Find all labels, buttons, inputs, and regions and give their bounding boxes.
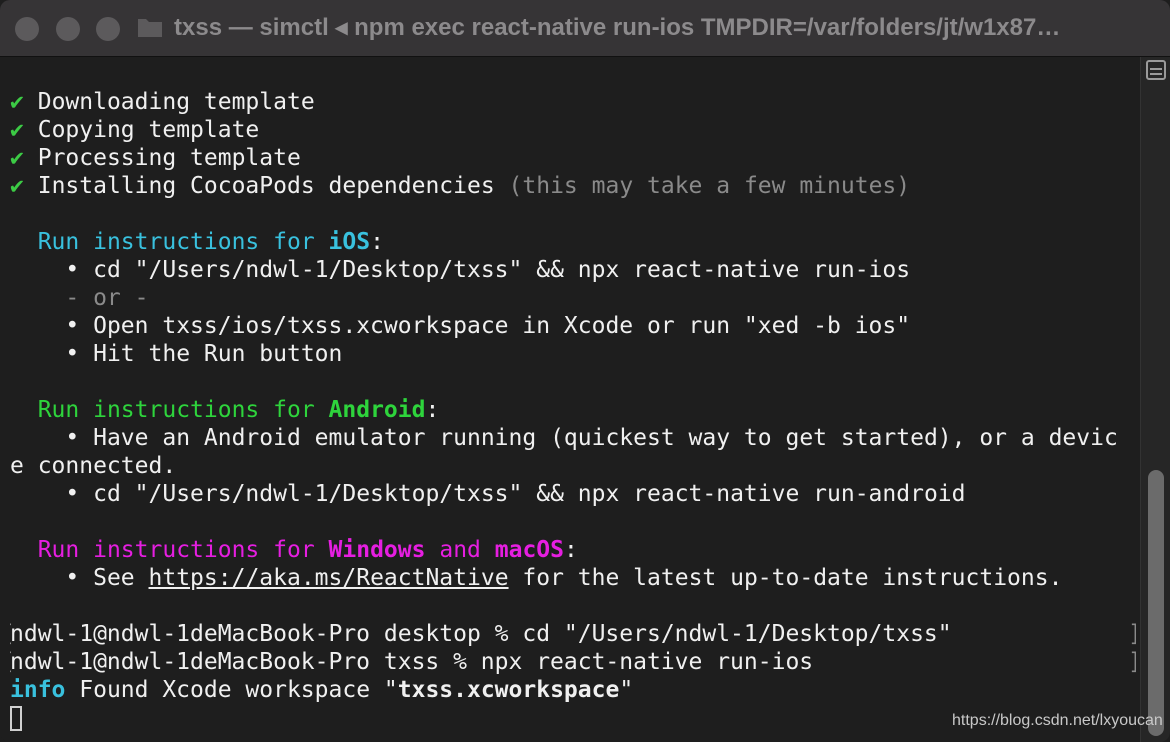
text-cursor xyxy=(10,706,22,731)
prompt-line: [ndwl-1@ndwl-1deMacBook-Pro desktop % cd… xyxy=(10,621,1136,647)
list-item-wrap: e connected. xyxy=(10,453,177,479)
terminal-window: txss — simctl ◂ npm exec react-native ru… xyxy=(0,0,1170,742)
watermark: https://blog.csdn.net/lxyoucan xyxy=(952,712,1163,729)
ios-heading: Run instructions for iOS: xyxy=(37,229,384,255)
check-icon: ✔ xyxy=(10,117,24,143)
android-heading: Run instructions for Android: xyxy=(37,397,440,423)
split-pane-icon[interactable] xyxy=(1146,60,1166,80)
list-item: • Hit the Run button xyxy=(65,341,343,367)
or-separator: - or - xyxy=(65,285,149,311)
check-icon: ✔ xyxy=(10,145,24,171)
terminal-output[interactable]: ✔ Downloading template ✔ Copying templat… xyxy=(10,88,1136,732)
info-line: info Found Xcode workspace "txss.xcworks… xyxy=(10,677,634,703)
step-line: ✔ Downloading template xyxy=(10,89,315,115)
step-line: ✔ Processing template xyxy=(10,145,301,171)
list-item: • cd "/Users/ndwl-1/Desktop/txss" && npx… xyxy=(65,257,911,283)
prompt-line: [ndwl-1@ndwl-1deMacBook-Pro txss % npx r… xyxy=(10,649,1136,675)
list-item: • Have an Android emulator running (quic… xyxy=(65,425,1118,451)
zoom-button[interactable] xyxy=(96,17,120,41)
scrollbar-thumb[interactable] xyxy=(1148,470,1164,736)
check-icon: ✔ xyxy=(10,89,24,115)
minimize-button[interactable] xyxy=(56,17,80,41)
check-icon: ✔ xyxy=(10,173,24,199)
folder-icon xyxy=(138,19,162,37)
react-native-link[interactable]: https://aka.ms/ReactNative xyxy=(149,565,509,591)
list-item: • cd "/Users/ndwl-1/Desktop/txss" && npx… xyxy=(65,481,966,507)
step-line: ✔ Copying template xyxy=(10,117,260,143)
close-button[interactable] xyxy=(15,17,39,41)
step-note: (this may take a few minutes) xyxy=(508,173,911,199)
list-item: • Open txss/ios/txss.xcworkspace in Xcod… xyxy=(65,313,911,339)
info-label: info xyxy=(10,677,66,703)
list-item: • See https://aka.ms/ReactNative for the… xyxy=(65,565,1063,591)
window-title: txss — simctl ◂ npm exec react-native ru… xyxy=(174,14,1061,41)
windows-heading: Run instructions for Windows and macOS: xyxy=(37,537,578,563)
title-bar[interactable]: txss — simctl ◂ npm exec react-native ru… xyxy=(0,0,1170,57)
step-line: ✔ Installing CocoaPods dependencies (thi… xyxy=(10,173,911,199)
